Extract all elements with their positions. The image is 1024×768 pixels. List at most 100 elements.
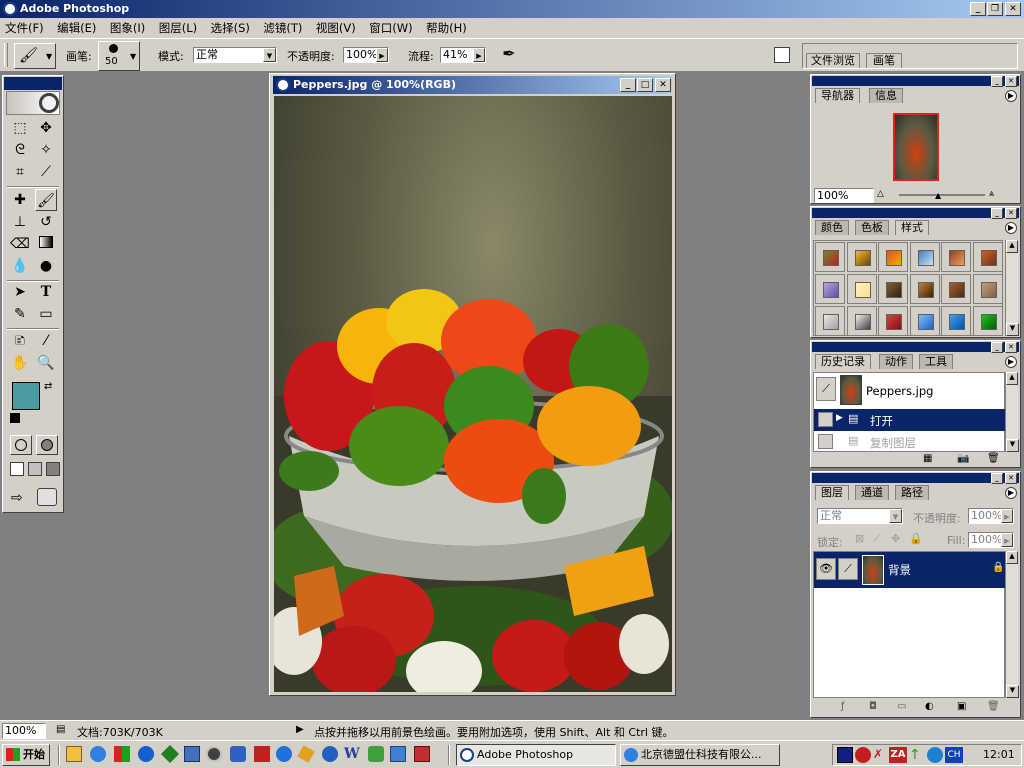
palette-minimize-button[interactable]: _ bbox=[991, 342, 1003, 353]
full-screen-menu-icon[interactable] bbox=[28, 462, 42, 476]
menu-help[interactable]: 帮助(H) bbox=[421, 18, 472, 38]
type-tool-icon[interactable]: T bbox=[35, 281, 57, 303]
quicklaunch-notepad-icon[interactable] bbox=[66, 746, 82, 762]
style-swatch[interactable] bbox=[972, 274, 1003, 304]
tray-security-icon[interactable] bbox=[837, 747, 853, 763]
trash-icon[interactable]: 🗑 bbox=[987, 453, 1000, 464]
zoom-slider-handle-icon[interactable]: ▲ bbox=[935, 191, 941, 200]
quicklaunch-browser-icon[interactable] bbox=[276, 746, 292, 762]
eraser-tool-icon[interactable]: ⌫ bbox=[9, 233, 31, 255]
palette-close-button[interactable]: ✕ bbox=[1005, 208, 1017, 219]
image-canvas[interactable] bbox=[274, 96, 672, 692]
style-swatch[interactable] bbox=[846, 274, 877, 304]
trash-icon[interactable]: 🗑 bbox=[987, 701, 1000, 712]
style-swatch[interactable] bbox=[909, 242, 940, 272]
navigator-zoom-field[interactable]: 100% bbox=[814, 188, 874, 203]
history-slider-icon[interactable]: ▶ bbox=[836, 413, 843, 423]
notes-tool-icon[interactable]: 🗈 bbox=[9, 330, 31, 352]
doc-maximize-button[interactable]: □ bbox=[637, 78, 653, 92]
zoom-slider[interactable] bbox=[899, 194, 985, 196]
quicklaunch-globe-icon[interactable] bbox=[322, 746, 338, 762]
tray-ime-icon[interactable] bbox=[927, 747, 943, 763]
scroll-up-icon[interactable]: ▲ bbox=[1006, 551, 1018, 564]
tray-language-icon[interactable]: CH bbox=[945, 747, 963, 763]
quicklaunch-window-icon[interactable] bbox=[390, 746, 406, 762]
status-zoom-field[interactable]: 100% bbox=[2, 723, 46, 739]
zoom-out-icon[interactable]: △ bbox=[877, 189, 884, 199]
scroll-up-icon[interactable]: ▲ bbox=[1006, 240, 1018, 253]
restore-button[interactable]: ❐ bbox=[987, 2, 1003, 16]
scroll-down-icon[interactable]: ▼ bbox=[1006, 439, 1019, 452]
eyedropper-tool-icon[interactable]: ⁄ bbox=[35, 330, 57, 352]
new-layer-set-icon[interactable]: ▭ bbox=[897, 701, 906, 712]
imageready-icon[interactable] bbox=[37, 488, 57, 506]
palette-title-bar[interactable] bbox=[812, 76, 1019, 86]
layer-mask-icon[interactable]: ◘ bbox=[869, 701, 877, 712]
tab-styles[interactable]: 样式 bbox=[895, 220, 929, 235]
opacity-field[interactable]: 100% ▶ bbox=[343, 47, 389, 63]
palette-minimize-button[interactable]: _ bbox=[991, 208, 1003, 219]
chevron-down-icon[interactable]: ▼ bbox=[889, 509, 902, 523]
palette-menu-icon[interactable]: ▶ bbox=[1005, 90, 1017, 102]
path-selection-tool-icon[interactable]: ➤ bbox=[9, 281, 31, 303]
tray-network-icon[interactable]: ✗ bbox=[873, 747, 889, 763]
arrow-right-icon[interactable]: ▶ bbox=[376, 48, 388, 62]
lasso-tool-icon[interactable]: ᘓ bbox=[9, 139, 31, 161]
quicklaunch-network-icon[interactable] bbox=[230, 746, 246, 762]
gradient-tool-icon[interactable] bbox=[35, 233, 57, 255]
zoom-tool-icon[interactable]: 🔍 bbox=[35, 352, 57, 374]
style-swatch[interactable] bbox=[909, 274, 940, 304]
toolbox-title[interactable] bbox=[4, 77, 62, 90]
default-colors-icon[interactable] bbox=[10, 413, 20, 423]
menu-filter[interactable]: 滤镜(T) bbox=[258, 18, 307, 38]
palette-menu-icon[interactable]: ▶ bbox=[1005, 487, 1017, 499]
jump-to-imageready-icon[interactable]: ⇨ bbox=[11, 490, 23, 506]
style-swatch[interactable] bbox=[878, 306, 908, 336]
history-item[interactable]: ▤ 复制图层 bbox=[814, 432, 1006, 452]
style-swatch[interactable] bbox=[815, 242, 845, 272]
new-snapshot-icon[interactable]: 📷 bbox=[957, 453, 969, 464]
style-swatch[interactable] bbox=[972, 306, 1003, 336]
blend-mode-select[interactable]: 正常 ▼ bbox=[817, 508, 903, 524]
foreground-color-swatch[interactable] bbox=[12, 382, 40, 410]
doc-minimize-button[interactable]: _ bbox=[620, 78, 636, 92]
snapshot-name[interactable]: Peppers.jpg bbox=[866, 384, 933, 398]
document-title-bar[interactable]: Peppers.jpg @ 100%(RGB) bbox=[273, 76, 672, 94]
arrow-right-icon[interactable]: ▶ bbox=[473, 48, 485, 62]
tray-update-icon[interactable]: ↑ bbox=[909, 747, 925, 763]
style-swatch[interactable] bbox=[941, 306, 971, 336]
palette-close-button[interactable]: ✕ bbox=[1005, 76, 1017, 87]
pen-tool-icon[interactable]: ✎ bbox=[9, 303, 31, 325]
standard-screen-icon[interactable] bbox=[10, 462, 24, 476]
healing-brush-tool-icon[interactable]: ✚ bbox=[9, 189, 31, 211]
move-tool-icon[interactable]: ✥ bbox=[35, 117, 57, 139]
tray-antivirus-icon[interactable] bbox=[855, 747, 871, 763]
adobe-online-icon[interactable] bbox=[6, 91, 60, 115]
swap-colors-icon[interactable]: ⇄ bbox=[44, 381, 52, 392]
dodge-tool-icon[interactable]: ● bbox=[35, 255, 57, 277]
layer-visibility-eye-icon[interactable]: 👁 bbox=[816, 558, 836, 580]
palette-title-bar[interactable] bbox=[812, 208, 1019, 218]
menu-image[interactable]: 图象(I) bbox=[105, 18, 150, 38]
arrow-right-icon[interactable]: ▶ bbox=[1001, 533, 1013, 547]
palette-toggle-icon[interactable] bbox=[774, 47, 790, 63]
chevron-down-icon[interactable]: ▼ bbox=[263, 48, 276, 62]
palette-title-bar[interactable] bbox=[812, 342, 1019, 352]
style-swatch[interactable] bbox=[909, 306, 940, 336]
style-swatch[interactable] bbox=[941, 242, 971, 272]
menu-select[interactable]: 选择(S) bbox=[206, 18, 255, 38]
crop-tool-icon[interactable]: ⌗ bbox=[9, 161, 31, 183]
quicklaunch-windows-icon[interactable] bbox=[114, 746, 130, 762]
palette-minimize-button[interactable]: _ bbox=[991, 76, 1003, 87]
quicklaunch-word-icon[interactable]: W bbox=[344, 746, 360, 762]
mode-select[interactable]: 正常 ▼ bbox=[193, 47, 277, 63]
minimize-button[interactable]: _ bbox=[970, 2, 986, 16]
options-grip[interactable] bbox=[4, 43, 8, 67]
quick-mask-mode-icon[interactable] bbox=[36, 435, 58, 455]
fill-field[interactable]: 100% ▶ bbox=[968, 532, 1014, 548]
palette-menu-icon[interactable]: ▶ bbox=[1005, 222, 1017, 234]
styles-scrollbar[interactable]: ▲ ▼ bbox=[1005, 240, 1019, 336]
style-swatch[interactable] bbox=[815, 274, 845, 304]
tab-swatches[interactable]: 色板 bbox=[855, 220, 889, 235]
snapshot-brush-icon[interactable]: ⟋ bbox=[816, 377, 836, 401]
